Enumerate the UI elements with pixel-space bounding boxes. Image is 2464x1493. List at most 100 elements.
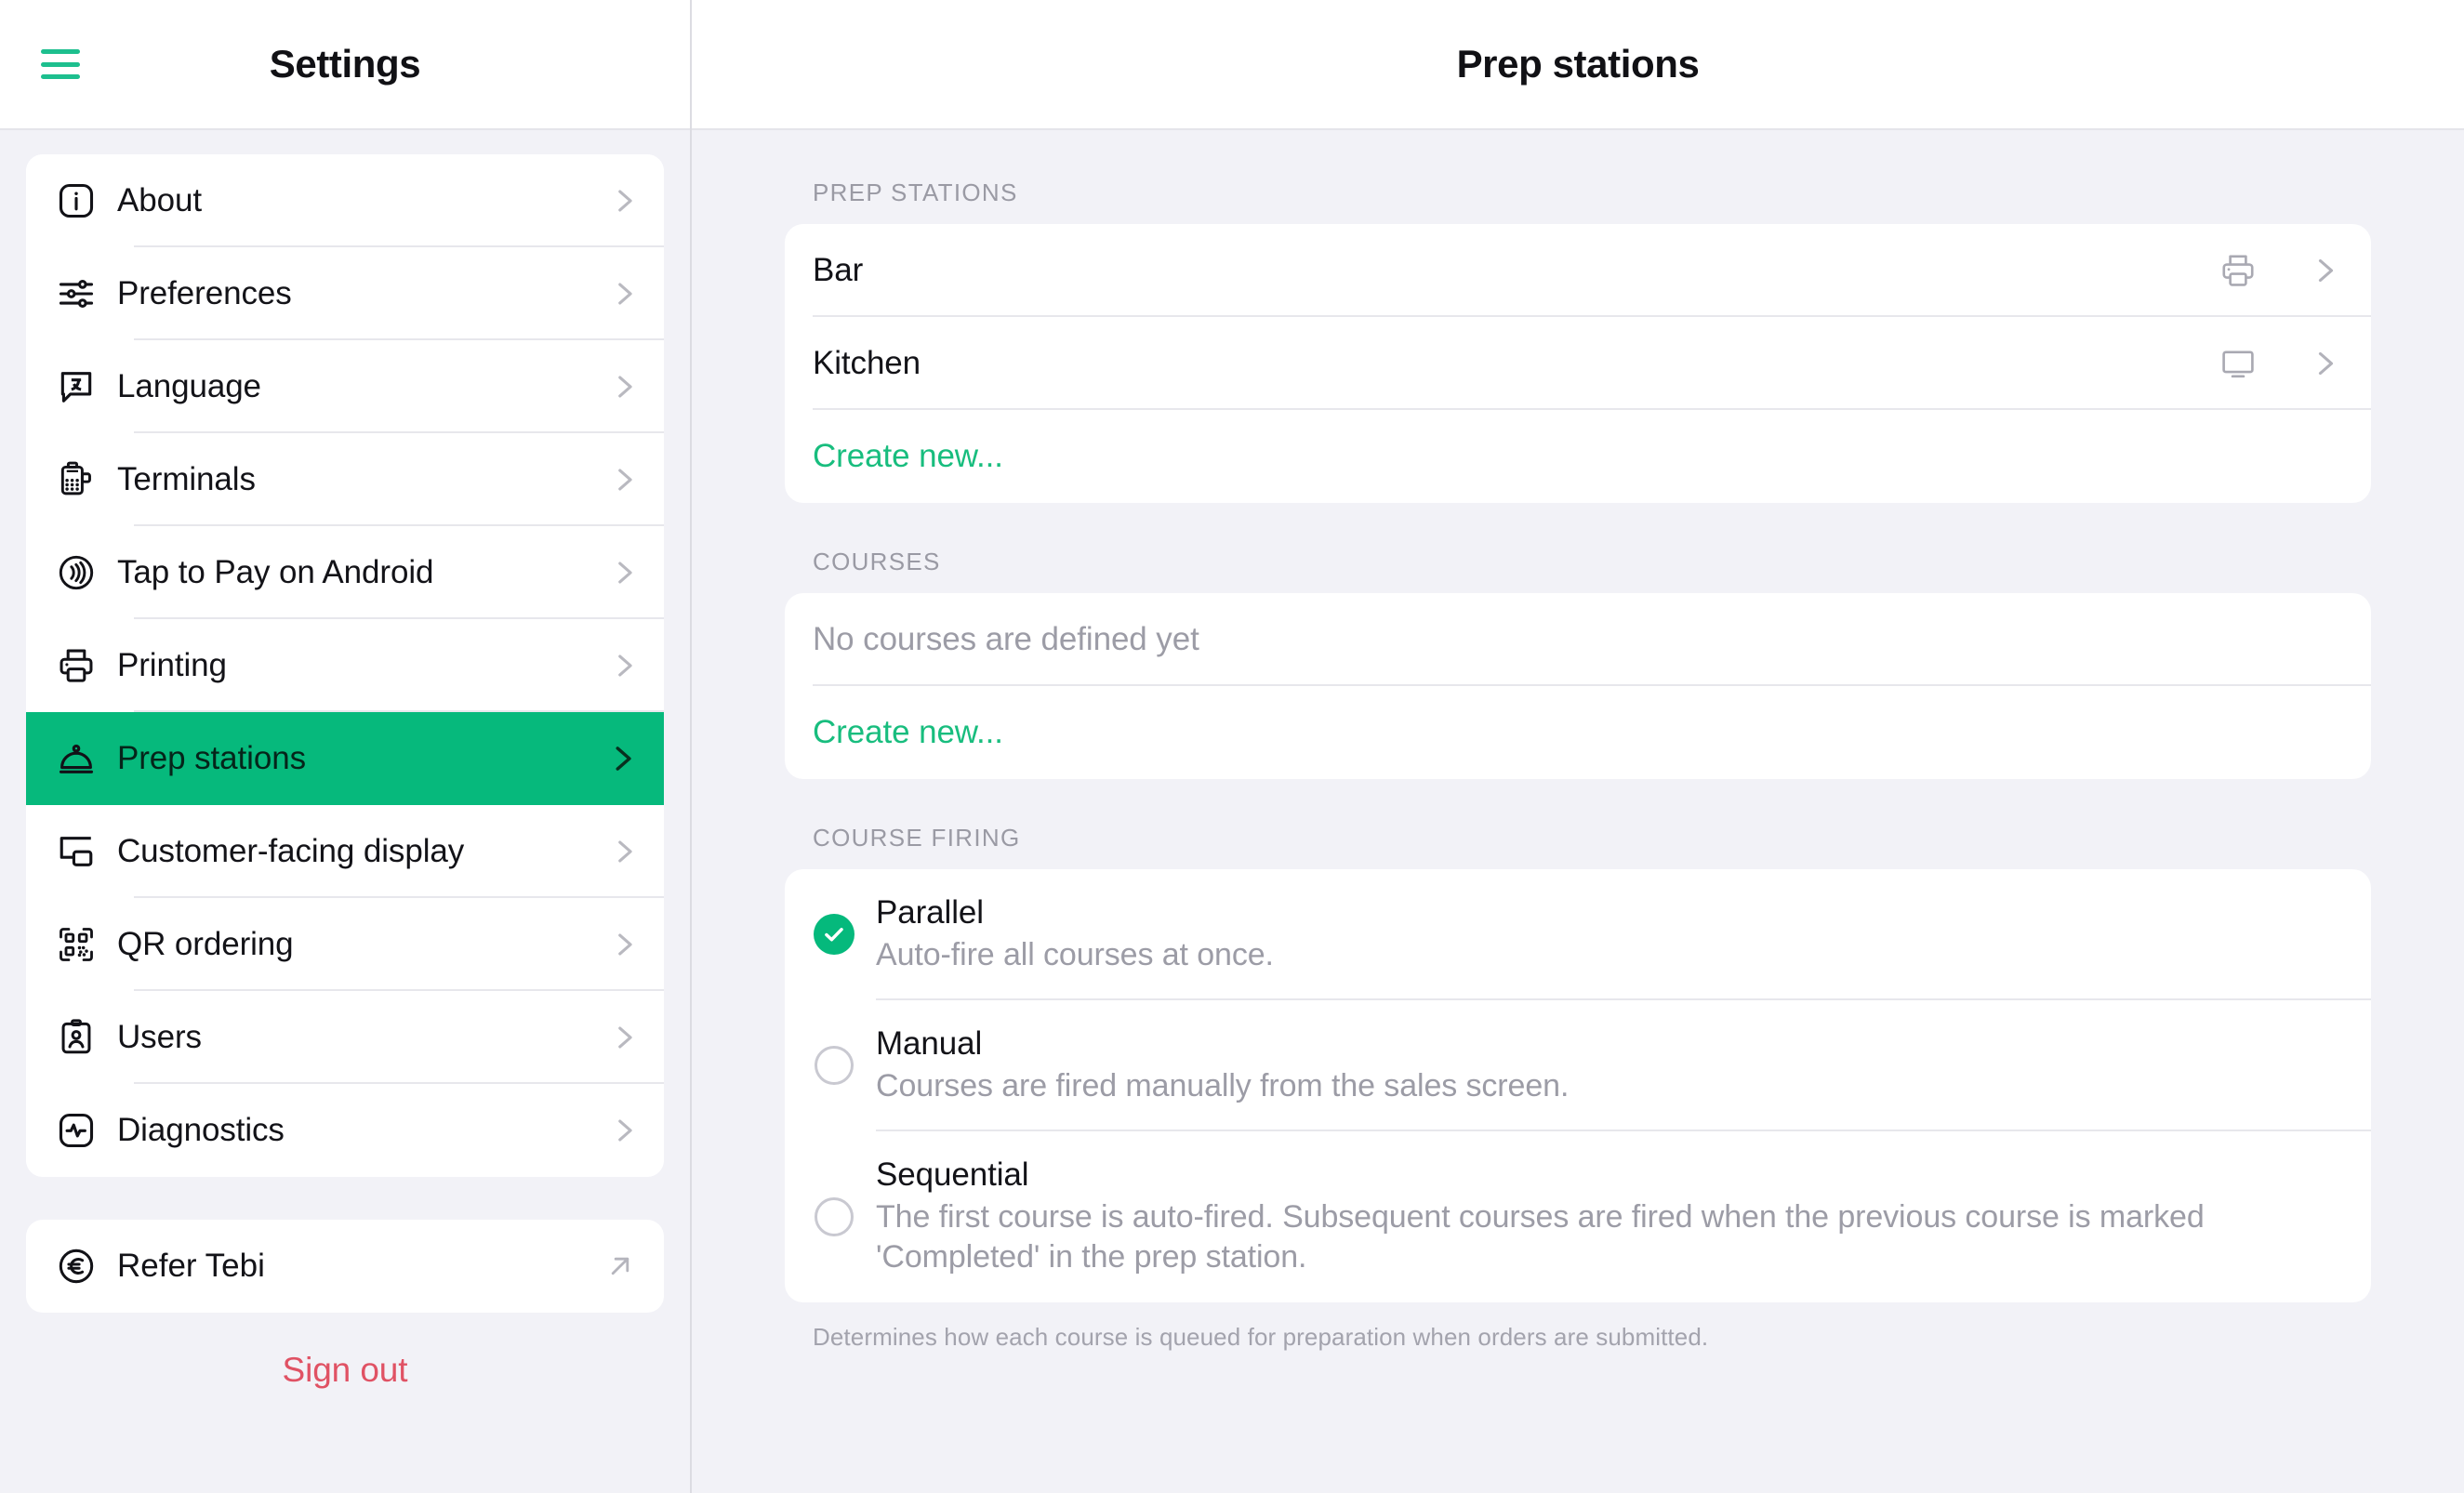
sidebar-item-printing[interactable]: Printing: [26, 619, 664, 712]
chevron-right-icon: [608, 836, 643, 867]
sidebar-item-label: Tap to Pay on Android: [102, 554, 608, 591]
cloche-icon: [50, 738, 102, 779]
chevron-right-icon: [608, 557, 643, 588]
qr-code-icon: [50, 924, 102, 965]
create-new-label: Create new...: [813, 438, 2341, 475]
sidebar-item-preferences[interactable]: Preferences: [26, 247, 664, 340]
course-firing-option-text: Sequential The first course is auto-fire…: [876, 1156, 2341, 1278]
sidebar-item-language[interactable]: Language: [26, 340, 664, 433]
sliders-icon: [50, 273, 102, 314]
hamburger-icon[interactable]: [41, 46, 89, 83]
chevron-right-icon: [608, 929, 643, 960]
sidebar-item-label: Printing: [102, 647, 608, 684]
chevron-right-icon: [604, 741, 643, 776]
prep-station-row-bar[interactable]: Bar: [785, 224, 2371, 317]
course-firing-option-parallel[interactable]: Parallel Auto-fire all courses at once.: [785, 869, 2371, 1000]
printer-icon: [2219, 251, 2258, 290]
courses-panel: No courses are defined yet Create new...: [785, 593, 2371, 779]
chevron-right-icon: [2308, 254, 2341, 287]
chevron-right-icon: [608, 650, 643, 681]
printer-icon: [50, 645, 102, 686]
sidebar-item-users[interactable]: Users: [26, 991, 664, 1084]
terminal-device-icon: [50, 459, 102, 500]
prep-station-row-actions: [2219, 251, 2341, 290]
option-description: The first course is auto-fired. Subseque…: [876, 1197, 2341, 1278]
settings-app: Settings About: [0, 0, 2464, 1493]
sidebar-item-label: Diagnostics: [102, 1112, 608, 1149]
chevron-right-icon: [2308, 347, 2341, 380]
option-title: Manual: [876, 1025, 982, 1062]
main-topbar: Prep stations: [692, 0, 2464, 130]
course-firing-option-text: Manual Courses are fired manually from t…: [876, 1024, 2341, 1107]
translate-icon: [50, 366, 102, 407]
option-title: Sequential: [876, 1156, 1028, 1193]
option-description: Auto-fire all courses at once.: [876, 935, 2341, 976]
chevron-right-icon: [608, 371, 643, 403]
course-firing-footnote: Determines how each course is queued for…: [785, 1302, 2371, 1352]
sidebar-item-label: Users: [102, 1019, 608, 1056]
refer-tebi-label: Refer Tebi: [102, 1248, 604, 1285]
prep-stations-section-label: PREP STATIONS: [785, 178, 2371, 224]
sidebar-item-label: Terminals: [102, 461, 608, 498]
pulse-icon: [50, 1110, 102, 1151]
sidebar-item-label: QR ordering: [102, 926, 608, 963]
prep-stations-panel: Bar: [785, 224, 2371, 503]
chevron-right-icon: [608, 1022, 643, 1053]
monitor-icon: [2219, 344, 2258, 383]
chevron-right-icon: [608, 278, 643, 310]
id-badge-icon: [50, 1017, 102, 1058]
radio-selected-icon: [813, 913, 855, 956]
course-firing-option-sequential[interactable]: Sequential The first course is auto-fire…: [785, 1131, 2371, 1302]
sidebar: Settings About: [0, 0, 692, 1493]
prep-station-row-actions: [2219, 344, 2341, 383]
euro-circle-icon: [50, 1246, 102, 1287]
course-firing-section-label: COURSE FIRING: [785, 824, 2371, 869]
sidebar-item-qr-ordering[interactable]: QR ordering: [26, 898, 664, 991]
sidebar-body: About Preferences: [0, 130, 690, 1493]
dual-screen-icon: [50, 831, 102, 872]
info-icon: [50, 180, 102, 221]
contactless-icon: [50, 552, 102, 593]
external-link-icon: [604, 1250, 636, 1282]
sidebar-item-label: Language: [102, 368, 608, 405]
courses-empty-row: No courses are defined yet: [785, 593, 2371, 686]
chevron-right-icon: [608, 185, 643, 217]
prep-station-name: Kitchen: [813, 345, 2219, 382]
course-firing-option-manual[interactable]: Manual Courses are fired manually from t…: [785, 1000, 2371, 1131]
create-new-label: Create new...: [813, 714, 2341, 751]
course-firing-panel: Parallel Auto-fire all courses at once. …: [785, 869, 2371, 1302]
prep-station-row-kitchen[interactable]: Kitchen: [785, 317, 2371, 410]
prep-stations-create-new-button[interactable]: Create new...: [785, 410, 2371, 503]
chevron-right-icon: [608, 1115, 643, 1146]
prep-station-name: Bar: [813, 252, 2219, 289]
main-body: PREP STATIONS Bar: [692, 130, 2464, 1493]
sidebar-item-label: Prep stations: [102, 740, 604, 777]
sidebar-topbar: Settings: [0, 0, 690, 130]
chevron-right-icon: [608, 464, 643, 495]
sidebar-item-tap-to-pay-on-android[interactable]: Tap to Pay on Android: [26, 526, 664, 619]
sidebar-item-customer-facing-display[interactable]: Customer-facing display: [26, 805, 664, 898]
sidebar-item-label: Preferences: [102, 275, 608, 312]
sidebar-item-diagnostics[interactable]: Diagnostics: [26, 1084, 664, 1177]
sidebar-nav-card: About Preferences: [26, 154, 664, 1177]
course-firing-option-text: Parallel Auto-fire all courses at once.: [876, 893, 2341, 976]
sidebar-item-prep-stations[interactable]: Prep stations: [26, 712, 664, 805]
sidebar-item-label: Customer-facing display: [102, 833, 608, 870]
sidebar-item-label: About: [102, 182, 608, 219]
sidebar-footer: Sign out: [26, 1313, 664, 1493]
option-description: Courses are fired manually from the sale…: [876, 1066, 2341, 1107]
radio-unselected-icon: [813, 1196, 855, 1238]
sidebar-item-about[interactable]: About: [26, 154, 664, 247]
page-title: Prep stations: [1457, 42, 1700, 86]
radio-unselected-icon: [813, 1044, 855, 1087]
refer-tebi-button[interactable]: Refer Tebi: [26, 1220, 664, 1313]
courses-empty-text: No courses are defined yet: [813, 621, 2341, 658]
sidebar-item-terminals[interactable]: Terminals: [26, 433, 664, 526]
courses-section-label: COURSES: [785, 548, 2371, 593]
option-title: Parallel: [876, 894, 984, 931]
sign-out-button[interactable]: Sign out: [283, 1351, 408, 1390]
main-panel: Prep stations PREP STATIONS Bar: [692, 0, 2464, 1493]
courses-create-new-button[interactable]: Create new...: [785, 686, 2371, 779]
refer-card: Refer Tebi: [26, 1220, 664, 1313]
sidebar-title: Settings: [0, 42, 690, 86]
